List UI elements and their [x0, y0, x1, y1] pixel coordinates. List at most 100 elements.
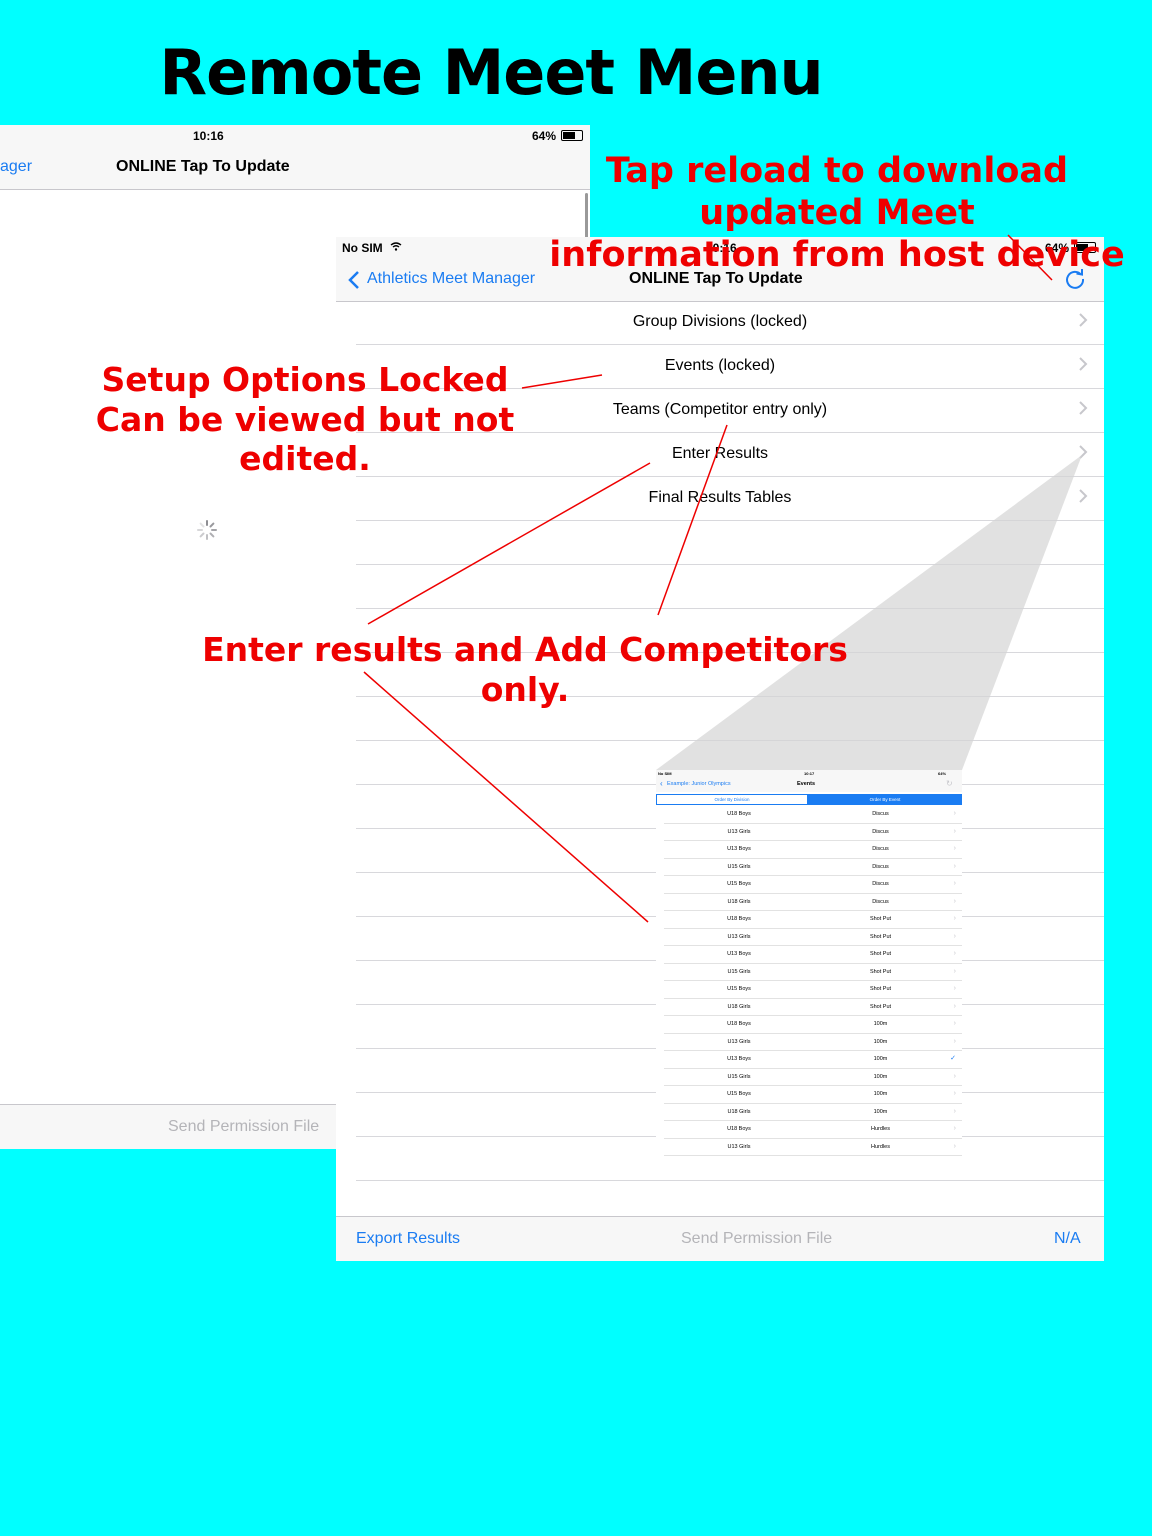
event-row-event: Shot Put [869, 933, 892, 940]
status-carrier: No SIM [342, 241, 383, 255]
chevron-right-icon: › [953, 1107, 956, 1115]
chevron-right-icon: › [953, 880, 956, 887]
empty-row [356, 521, 1104, 565]
event-row[interactable]: U13 Boys 100m ✓ [664, 1051, 962, 1069]
nav-bar: ager ONLINE Tap To Update [0, 147, 590, 190]
event-row-division: U15 Girls [727, 968, 751, 975]
chevron-left-icon[interactable]: ‹ [660, 779, 663, 788]
event-row[interactable]: U13 Girls Hurdles › [664, 1139, 962, 1156]
chevron-right-icon [1079, 489, 1088, 503]
chevron-right-icon: › [953, 827, 956, 835]
chevron-right-icon [1079, 313, 1088, 327]
chevron-right-icon: › [953, 932, 956, 940]
reload-annotation-line-2: information from host device [549, 235, 1125, 275]
event-row[interactable]: U13 Girls Discus › [664, 824, 962, 841]
status-battery: 64% [532, 129, 557, 143]
event-row[interactable]: U18 Boys Hurdles › [664, 1121, 962, 1139]
na-button[interactable]: N/A [1054, 1230, 1081, 1248]
event-row-division: U13 Girls [727, 1038, 751, 1045]
event-row-event: Discus [872, 898, 889, 905]
event-row-division: U18 Boys [727, 1021, 751, 1027]
event-row[interactable]: U15 Girls Shot Put › [664, 964, 962, 981]
locked-annotation: Setup Options Locked Can be viewed but n… [30, 360, 580, 479]
chevron-right-icon: › [953, 1037, 956, 1045]
events-screenshot-inset: No SIM 10:17 64% ‹ Example: Junior Olymp… [656, 770, 962, 1175]
event-row-event: Discus [872, 811, 889, 817]
locked-annotation-line-2: Can be viewed but not edited. [95, 399, 515, 479]
mini-battery: 64% [938, 771, 947, 776]
event-row-event: Shot Put [869, 968, 892, 975]
export-results-button[interactable]: Export Results [356, 1230, 460, 1248]
event-row-event: Discus [872, 828, 889, 835]
event-row-event: Shot Put [869, 1003, 892, 1010]
event-row[interactable]: U15 Girls 100m › [664, 1069, 962, 1086]
menu-item[interactable]: Group Divisions (locked) [356, 301, 1104, 345]
chevron-right-icon: › [953, 1020, 956, 1027]
event-row-event: 100m [873, 1021, 888, 1027]
event-row-event: Hurdles [871, 1143, 890, 1150]
event-row[interactable]: U15 Boys Shot Put › [664, 981, 962, 999]
back-button[interactable]: ager [0, 158, 32, 176]
event-row-division: U18 Girls [727, 898, 751, 905]
mini-back-button[interactable]: Example: Junior Olympics [667, 781, 731, 787]
event-row-event: Shot Put [869, 986, 892, 992]
status-bar: 10:16 64% [0, 125, 590, 147]
event-row-division: U13 Boys [727, 846, 751, 852]
reload-annotation-line-1: Tap reload to download updated Meet [605, 151, 1069, 233]
send-permission-button[interactable]: Send Permission File [681, 1230, 832, 1248]
chevron-right-icon: › [953, 1090, 956, 1097]
chevron-right-icon: › [953, 1125, 956, 1132]
event-row[interactable]: U13 Boys Discus › [664, 841, 962, 859]
reload-annotation: Tap reload to download updated Meet info… [522, 150, 1152, 276]
mini-segmented-control: Order By Division Order By Event [656, 794, 962, 805]
event-row-division: U15 Boys [727, 881, 751, 887]
event-row-event: 100m [873, 1091, 888, 1097]
event-row[interactable]: U13 Girls Shot Put › [664, 929, 962, 946]
event-row[interactable]: U18 Boys 100m › [664, 1016, 962, 1034]
event-row[interactable]: U18 Girls Discus › [664, 894, 962, 911]
menu-item[interactable]: Final Results Tables [356, 477, 1104, 521]
chevron-left-icon[interactable] [348, 270, 360, 290]
empty-row [356, 565, 1104, 609]
battery-icon [561, 130, 583, 141]
event-row[interactable]: U15 Boys 100m › [664, 1086, 962, 1104]
event-row-event: Discus [872, 881, 889, 887]
event-row-division: U13 Boys [727, 1056, 751, 1062]
event-row-division: U18 Girls [727, 1003, 751, 1010]
chevron-right-icon: › [953, 845, 956, 852]
event-row[interactable]: U15 Girls Discus › [664, 859, 962, 876]
mini-time: 10:17 [804, 771, 815, 776]
mini-status-bar: No SIM 10:17 64% [656, 770, 962, 777]
event-row-event: 100m [873, 1108, 888, 1115]
segment-order-by-event[interactable]: Order By Event [808, 794, 962, 805]
refresh-icon[interactable]: ↻ [946, 779, 953, 788]
event-row[interactable]: U13 Girls 100m › [664, 1034, 962, 1051]
send-permission-button[interactable]: Send Permission File [168, 1118, 319, 1136]
chevron-right-icon: › [953, 985, 956, 992]
page-title: Remote Meet Menu [159, 36, 823, 109]
chevron-right-icon: › [953, 967, 956, 975]
event-row[interactable]: U18 Girls 100m › [664, 1104, 962, 1121]
segment-order-by-division[interactable]: Order By Division [656, 794, 808, 805]
event-row-division: U15 Boys [727, 1091, 751, 1097]
event-row[interactable]: U18 Boys Shot Put › [664, 911, 962, 929]
event-row-event: 100m [873, 1073, 888, 1080]
event-row-division: U18 Girls [727, 1108, 751, 1115]
event-row-division: U13 Girls [727, 1143, 751, 1150]
back-button[interactable]: Athletics Meet Manager [367, 270, 535, 288]
checkmark-icon: ✓ [950, 1055, 956, 1062]
event-row-division: U18 Boys [727, 1126, 751, 1132]
event-row-event: 100m [873, 1038, 888, 1045]
mini-carrier: No SIM [658, 771, 672, 776]
event-row-event: Discus [872, 846, 889, 852]
event-row[interactable]: U18 Boys Discus › [664, 806, 962, 824]
event-row-division: U13 Girls [727, 828, 751, 835]
locked-annotation-line-1: Setup Options Locked [101, 360, 509, 399]
wifi-icon [390, 242, 402, 251]
chevron-right-icon [1079, 445, 1088, 459]
event-row[interactable]: U13 Boys Shot Put › [664, 946, 962, 964]
mini-nav-title: Events [797, 781, 816, 787]
event-row[interactable]: U15 Boys Discus › [664, 876, 962, 894]
status-time: 10:16 [193, 129, 224, 143]
event-row[interactable]: U18 Girls Shot Put › [664, 999, 962, 1016]
